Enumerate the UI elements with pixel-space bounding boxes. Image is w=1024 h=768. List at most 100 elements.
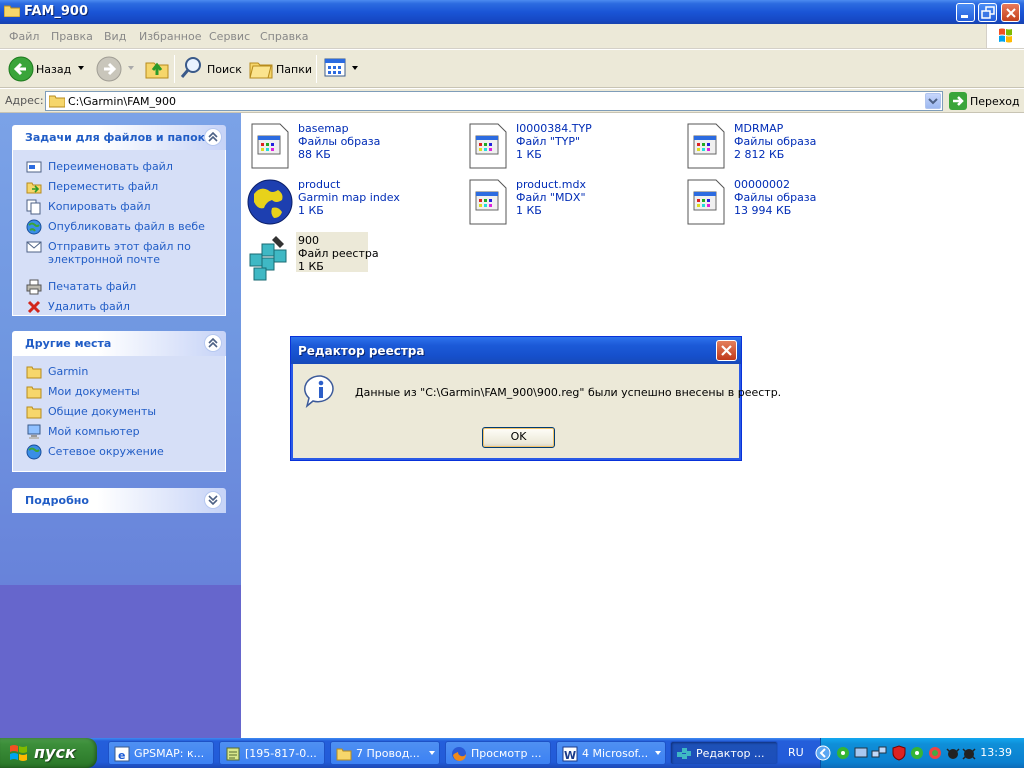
go-arrow-icon [949, 92, 967, 113]
taskbar-group-button[interactable]: 7 Провод... [330, 741, 440, 765]
tray-app-icon[interactable] [835, 745, 851, 761]
firefox-icon [452, 747, 466, 761]
chevron-down-icon [928, 98, 938, 105]
taskbar-button-label: 7 Провод... [356, 747, 420, 760]
details-header[interactable]: Подробно [12, 488, 226, 513]
address-bar: Адрес: C:\Garmin\FAM_900 Переход [0, 89, 1024, 113]
task-label: Переименовать файл [48, 160, 173, 173]
file-item[interactable]: 00000002 Файлы образа 13 994 КБ [682, 176, 892, 226]
menu-view[interactable]: Вид [104, 30, 126, 43]
menu-edit[interactable]: Правка [51, 30, 93, 43]
start-label: пуск [34, 743, 76, 762]
folder-icon [26, 366, 42, 379]
menu-tools[interactable]: Сервис [209, 30, 250, 43]
task-print[interactable]: Печатать файл [26, 279, 216, 295]
window-titlebar[interactable]: FAM_900 [0, 0, 1024, 24]
task-copy[interactable]: Копировать файл [26, 199, 216, 215]
taskbar-button[interactable]: [195-817-0... [219, 741, 325, 765]
menu-help[interactable]: Справка [260, 30, 308, 43]
registry-editor-dialog: Редактор реестра Данные из "C:\Garmin\FA… [290, 336, 781, 461]
file-type: Garmin map index [298, 191, 400, 204]
other-places-panel: Другие места Garmin Мои документы Общие … [12, 331, 226, 472]
start-button[interactable]: пуск [0, 738, 97, 768]
up-folder-button[interactable] [144, 55, 170, 83]
taskbar-button[interactable]: Просмотр ... [445, 741, 551, 765]
taskbar-button-label: Просмотр ... [471, 747, 542, 760]
dialog-titlebar[interactable]: Редактор реестра [291, 337, 741, 364]
language-indicator[interactable]: RU [788, 746, 804, 759]
minimize-button[interactable] [956, 3, 975, 22]
globe-icon [26, 219, 42, 235]
clock[interactable]: 13:39 [980, 746, 1012, 759]
menu-file[interactable]: Файл [9, 30, 39, 43]
document-icon [251, 123, 289, 169]
task-pane: Задачи для файлов и папок Переименовать … [0, 113, 241, 738]
place-network[interactable]: Сетевое окружение [26, 444, 216, 460]
dialog-close-button[interactable] [716, 340, 737, 361]
folder-up-icon [145, 62, 169, 79]
tray-app-icon[interactable] [909, 745, 925, 761]
file-name: I0000384.TYP [516, 122, 592, 135]
panel-title: Задачи для файлов и папок [25, 131, 206, 144]
word-icon: W [562, 746, 578, 762]
printer-icon [26, 279, 42, 295]
tray-expand-icon[interactable] [815, 745, 831, 761]
task-delete[interactable]: Удалить файл [26, 299, 216, 315]
collapse-chevron-icon[interactable] [204, 334, 222, 352]
windows-logo-icon [986, 24, 1024, 48]
task-publish-web[interactable]: Опубликовать файл в вебе [26, 219, 216, 235]
file-item[interactable]: I0000384.TYP Файл "TYP" 1 КБ [464, 120, 674, 170]
registry-icon [249, 236, 287, 281]
search-button[interactable]: Поиск [178, 55, 244, 83]
address-value: C:\Garmin\FAM_900 [68, 95, 176, 108]
forward-arrow-icon [96, 56, 122, 85]
tray-app-icon[interactable] [853, 745, 869, 761]
forward-button[interactable] [94, 55, 136, 83]
file-item[interactable]: basemap Файлы образа 88 КБ [246, 120, 456, 170]
views-button[interactable] [322, 55, 360, 83]
place-garmin[interactable]: Garmin [26, 364, 216, 380]
go-button[interactable]: Переход [948, 91, 1022, 111]
address-dropdown-button[interactable] [925, 93, 941, 109]
taskbar-button[interactable]: e GPSMAP: к... [108, 741, 214, 765]
back-button[interactable]: Назад [6, 55, 88, 83]
collapse-chevron-icon[interactable] [204, 128, 222, 146]
close-button[interactable] [1001, 3, 1020, 22]
taskbar: пуск e GPSMAP: к... [195-817-0... 7 Пров… [0, 738, 1024, 768]
file-tasks-header[interactable]: Задачи для файлов и папок [12, 125, 226, 150]
tray-browser-icon[interactable] [927, 745, 943, 761]
chevron-down-icon [655, 751, 661, 755]
expand-chevron-icon[interactable] [204, 491, 222, 509]
tray-network-icon[interactable] [871, 745, 887, 761]
tray-app-icon[interactable] [945, 745, 961, 761]
file-item[interactable]: product.mdx Файл "MDX" 1 КБ [464, 176, 674, 226]
search-icon [180, 57, 201, 78]
task-rename[interactable]: Переименовать файл [26, 159, 216, 175]
place-shared-documents[interactable]: Общие документы [26, 404, 216, 420]
file-type: Файл "TYP" [516, 135, 581, 148]
task-label: Опубликовать файл в вебе [48, 220, 205, 233]
address-input[interactable]: C:\Garmin\FAM_900 [45, 91, 943, 111]
ok-button[interactable]: OK [482, 427, 555, 448]
taskbar-group-button[interactable]: W 4 Microsof... [556, 741, 666, 765]
file-item[interactable]: product Garmin map index 1 КБ [246, 176, 456, 226]
menu-favorites[interactable]: Избранное [139, 30, 201, 43]
task-label: Печатать файл [48, 280, 137, 293]
tray-app-icon[interactable] [961, 745, 977, 761]
other-places-header[interactable]: Другие места [12, 331, 226, 356]
taskbar-button-label: Редактор ... [696, 747, 765, 760]
window-title: FAM_900 [24, 4, 89, 19]
place-my-computer[interactable]: Мой компьютер [26, 424, 216, 440]
tray-shield-icon[interactable] [891, 745, 907, 761]
folders-button[interactable]: Папки [248, 55, 312, 83]
file-item[interactable]: MDRMAP Файлы образа 2 812 КБ [682, 120, 892, 170]
place-my-documents[interactable]: Мои документы [26, 384, 216, 400]
file-name: MDRMAP [734, 122, 784, 135]
file-item-selected[interactable]: 900 Файл реестра 1 КБ [246, 232, 456, 282]
task-move[interactable]: Переместить файл [26, 179, 216, 195]
task-send-email[interactable]: Отправить этот файл по электронной почте [26, 239, 216, 269]
folders-icon [249, 62, 273, 79]
maximize-button[interactable] [978, 3, 997, 22]
taskbar-button-active[interactable]: Редактор ... [670, 741, 778, 765]
document-icon [687, 179, 725, 225]
